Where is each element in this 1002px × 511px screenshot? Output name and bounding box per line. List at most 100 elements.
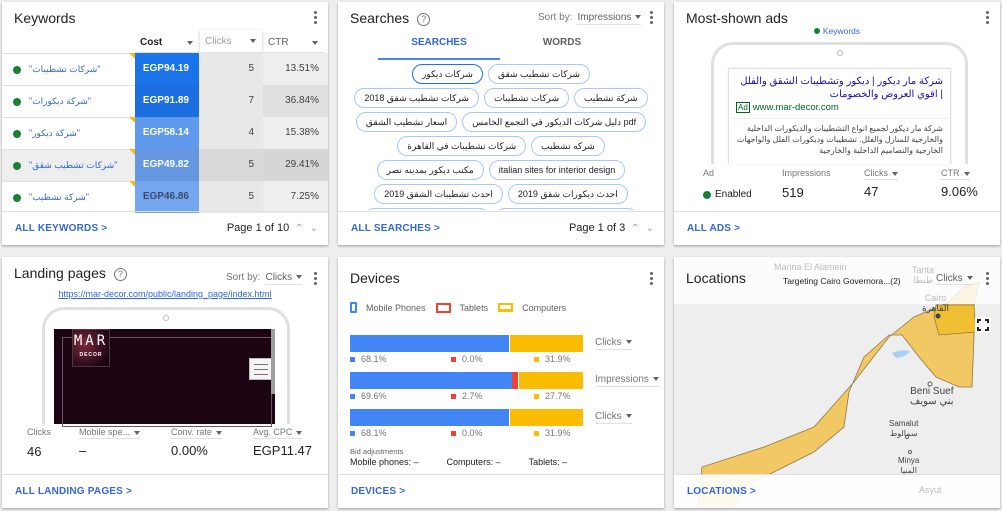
devices-legend: Mobile Phones Tablets Computers [350, 302, 576, 313]
all-landing-pages-link[interactable]: ALL LANDING PAGES > [15, 486, 132, 497]
search-term-chip[interactable]: احسن شركات الديكور في الجيزه [495, 208, 638, 210]
chevron-up-icon[interactable]: ⌃ [631, 223, 639, 234]
keyword-text[interactable]: "شركات تشطيبات" [29, 64, 100, 75]
dropdown-caret-icon [312, 41, 318, 45]
sort-by-dropdown[interactable]: Clicks [265, 272, 303, 285]
keyword-text[interactable]: "شركة ديكور" [29, 128, 80, 139]
device-metric-dropdown[interactable]: Clicks [595, 337, 632, 350]
help-icon[interactable]: ? [113, 268, 127, 281]
mar-decor-logo: MAR DECOR [72, 329, 110, 367]
bid-adjustments-title: Bid adjustments [350, 447, 404, 456]
sort-by-dropdown[interactable]: Impressions [577, 12, 642, 25]
dropdown-caret-icon [134, 430, 141, 435]
chevron-down-icon[interactable]: ⌄ [310, 223, 318, 234]
search-term-chip[interactable]: شركات تشطيب شقق 2018 [354, 88, 479, 108]
metric-value: Clicks [595, 411, 622, 422]
sort-by-label: Sort by: [538, 12, 573, 23]
legend-square-icon [534, 393, 539, 399]
keyword-row[interactable]: "شركة ديكورات" EGP91.89 7 36.84% [2, 85, 328, 117]
column-ctr[interactable]: CTR [263, 32, 324, 53]
locations-footer: LOCATIONS > Asyut [674, 474, 1000, 508]
all-searches-link[interactable]: ALL SEARCHES > [351, 223, 440, 234]
search-term-chip[interactable]: شركة تشطيب [574, 88, 648, 108]
search-term-chip[interactable]: احدث ديكورات شقق 3 غرف [363, 208, 491, 210]
locations-link[interactable]: LOCATIONS > [687, 486, 756, 497]
column-cost-label: Cost [140, 37, 163, 48]
enabled-status-icon [13, 65, 21, 74]
all-ads-link[interactable]: ALL ADS > [687, 223, 740, 234]
clicks-metric-dropdown[interactable]: Clicks [864, 168, 898, 180]
search-term-chip[interactable]: احدث ديكورات شقق 2019 [507, 184, 628, 204]
search-term-chip[interactable]: شركات ديكور [411, 64, 483, 84]
legend-dot-icon [813, 28, 820, 34]
keywords-more-menu-icon[interactable] [312, 11, 318, 27]
clicks-cell: 5 [199, 53, 263, 85]
page-indicator: Page 1 of 10 [226, 222, 290, 234]
legend-square-icon [350, 430, 355, 436]
keyword-row[interactable]: "شركة ديكور" EGP58.14 4 15.38% [2, 117, 328, 149]
device-metric-dropdown[interactable]: Clicks [595, 411, 632, 424]
clicks-label: Clicks [864, 168, 888, 178]
bar-value: 0.0% [462, 354, 483, 364]
search-term-chip[interactable]: مكتب ديكور بمدينه نصر [376, 160, 484, 180]
devices-link[interactable]: DEVICES > [351, 486, 405, 497]
devices-more-menu-icon[interactable] [648, 272, 654, 288]
ad-preview[interactable]: شركة مار ديكور | ديكور وتشطيبات الشقق وا… [728, 68, 951, 164]
searches-tabs: SEARCHES WORDS [338, 32, 664, 60]
mobile-speed-dropdown[interactable]: Mobile spe... [79, 427, 141, 439]
impressions-label: Impressions [782, 168, 831, 178]
search-term-chip[interactable]: اسعار تشطيب الشقق [355, 112, 458, 132]
search-term-chip[interactable]: شركات تشطيب شقق [487, 64, 591, 84]
keyword-text[interactable]: "شركة ديكورات" [29, 96, 91, 107]
keyword-row[interactable]: "شركات تشطيب شقق" EGP49.82 5 29.41% [2, 149, 328, 181]
locations-metric-dropdown[interactable]: Clicks [936, 273, 973, 285]
mobile-speed-label: Mobile spe... [79, 427, 131, 437]
keyword-text[interactable]: "شركة تشطيب" [29, 192, 89, 203]
cost-cell: EGP58.14 [135, 117, 199, 149]
tab-searches[interactable]: SEARCHES [378, 32, 500, 60]
searches-more-menu-icon[interactable] [648, 11, 654, 27]
avg-cpc-dropdown[interactable]: Avg. CPC [253, 427, 303, 439]
chevron-up-icon[interactable]: ⌃ [295, 223, 303, 234]
tab-words[interactable]: WORDS [501, 32, 623, 60]
map-label-beni-suef: Beni Suef بني سويف [910, 387, 954, 407]
legend-square-icon [451, 430, 456, 436]
keyword-text[interactable]: "شركات تشطيب شقق" [29, 160, 117, 171]
searches-pager: Page 1 of 3 ⌃ ⌄ [569, 222, 654, 234]
cost-cell: EGP46.86 [135, 181, 199, 213]
fullscreen-icon[interactable] [975, 317, 991, 333]
locations-more-menu-icon[interactable] [984, 272, 990, 288]
clicks-value: 47 [864, 184, 879, 199]
ctr-metric-dropdown[interactable]: CTR [941, 168, 970, 180]
landing-more-menu-icon[interactable] [312, 272, 318, 288]
column-ctr-label: CTR [268, 37, 289, 48]
search-term-chip[interactable]: italian sites for interior design [488, 160, 626, 180]
column-cost[interactable]: Cost [135, 32, 199, 53]
searches-footer: ALL SEARCHES > Page 1 of 3 ⌃ ⌄ [338, 211, 664, 245]
keywords-pager: Page 1 of 10 ⌃ ⌄ [227, 222, 318, 234]
stacked-bar [350, 335, 583, 352]
all-keywords-link[interactable]: ALL KEYWORDS > [15, 223, 107, 234]
search-term-chip[interactable]: شركات تشطيبات [483, 88, 570, 108]
search-term-chip[interactable]: شركات تشطيبات في القاهرة [397, 136, 527, 156]
chevron-down-icon[interactable]: ⌄ [646, 223, 654, 234]
landing-page-url-link[interactable]: https://mar-decor.com/public/landing_pag… [2, 289, 328, 299]
bar-segment-mobile [350, 409, 509, 426]
search-term-chip[interactable]: احدث تشطيبات الشقق 2019 [374, 184, 503, 204]
device-metric-dropdown[interactable]: Impressions [595, 374, 659, 387]
keyword-row[interactable]: "شركة تشطيب" EGP46.86 5 7.25% [2, 181, 328, 213]
bar-value: 2.7% [462, 391, 483, 401]
landing-sort: Sort by: Clicks [226, 272, 303, 285]
landing-title: Landing pages [14, 265, 106, 281]
dropdown-caret-icon [652, 377, 659, 382]
legend-square-icon [534, 356, 539, 362]
conv-rate-dropdown[interactable]: Conv. rate [171, 427, 222, 439]
keyword-row[interactable]: "شركات تشطيبات" EGP94.19 5 13.51% [2, 53, 328, 85]
search-term-chip[interactable]: شركه تشطيب [531, 136, 605, 156]
search-term-chip[interactable]: pdf دليل شركات الديكور في التجمع الخامس [462, 112, 647, 132]
ads-more-menu-icon[interactable] [984, 11, 990, 27]
help-icon[interactable]: ? [417, 13, 431, 26]
column-clicks[interactable]: Clicks [200, 30, 262, 53]
ctr-cell: 13.51% [263, 53, 328, 85]
landing-page-preview[interactable]: MAR DECOR [54, 329, 275, 427]
